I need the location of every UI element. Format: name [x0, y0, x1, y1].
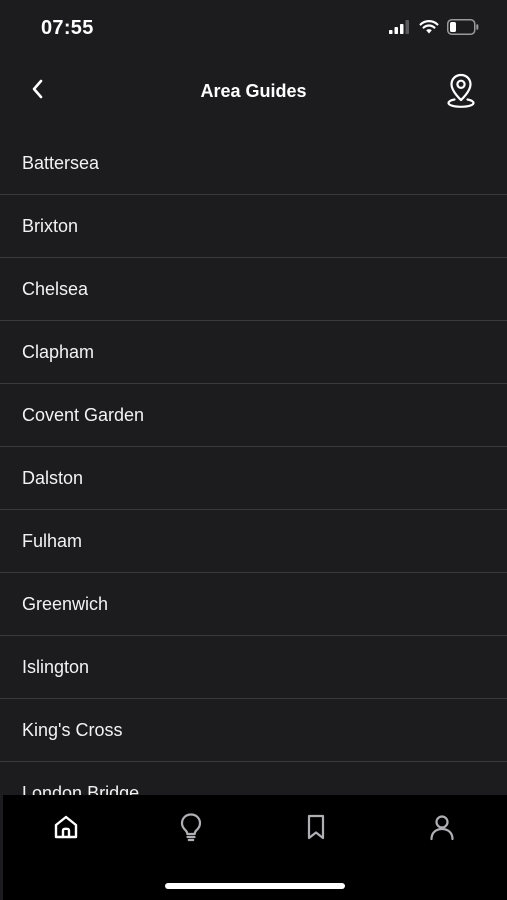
list-item[interactable]: London Bridge: [0, 762, 507, 796]
map-button[interactable]: [443, 72, 479, 112]
list-item-label: Islington: [22, 656, 90, 677]
status-bar: 07:55: [0, 0, 507, 56]
list-item[interactable]: Greenwich: [0, 573, 507, 636]
status-time: 07:55: [41, 17, 94, 39]
tab-tips[interactable]: [173, 811, 209, 847]
list-item-label: Clapham: [22, 341, 95, 362]
signal-icon: [389, 20, 411, 39]
profile-icon: [428, 813, 456, 846]
tab-profile[interactable]: [424, 811, 460, 847]
list-item[interactable]: Islington: [0, 636, 507, 699]
list-item[interactable]: Battersea: [0, 132, 507, 195]
list-item-label: Greenwich: [22, 593, 109, 614]
list-item[interactable]: Dalston: [0, 447, 507, 510]
map-pin-icon: [446, 72, 476, 113]
tab-home[interactable]: [48, 811, 84, 847]
status-icons: [389, 19, 479, 40]
list-item[interactable]: Brixton: [0, 195, 507, 258]
home-icon: [53, 814, 79, 845]
list-item[interactable]: Covent Garden: [0, 384, 507, 447]
bookmark-icon: [304, 813, 328, 846]
list-item[interactable]: Clapham: [0, 321, 507, 384]
list-item-label: Chelsea: [22, 278, 89, 299]
list-item-label: Dalston: [22, 467, 84, 488]
battery-icon: [447, 19, 479, 40]
tab-bar: [3, 795, 507, 900]
lightbulb-icon: [178, 812, 204, 847]
list-item-label: London Bridge: [22, 782, 140, 796]
list-item[interactable]: King's Cross: [0, 699, 507, 762]
list-item[interactable]: Fulham: [0, 510, 507, 573]
list-item-label: King's Cross: [22, 719, 123, 740]
list-item-label: Brixton: [22, 215, 79, 236]
tab-saved[interactable]: [298, 811, 334, 847]
list-item[interactable]: Chelsea: [0, 258, 507, 321]
area-list[interactable]: Battersea Brixton Chelsea Clapham Covent…: [0, 132, 507, 795]
wifi-icon: [419, 20, 439, 39]
home-indicator[interactable]: [165, 883, 345, 889]
header: Area Guides: [0, 56, 507, 132]
list-item-label: Covent Garden: [22, 404, 145, 425]
list-item-label: Battersea: [22, 152, 100, 173]
page-title: Area Guides: [200, 81, 307, 101]
list-item-label: Fulham: [22, 530, 83, 551]
